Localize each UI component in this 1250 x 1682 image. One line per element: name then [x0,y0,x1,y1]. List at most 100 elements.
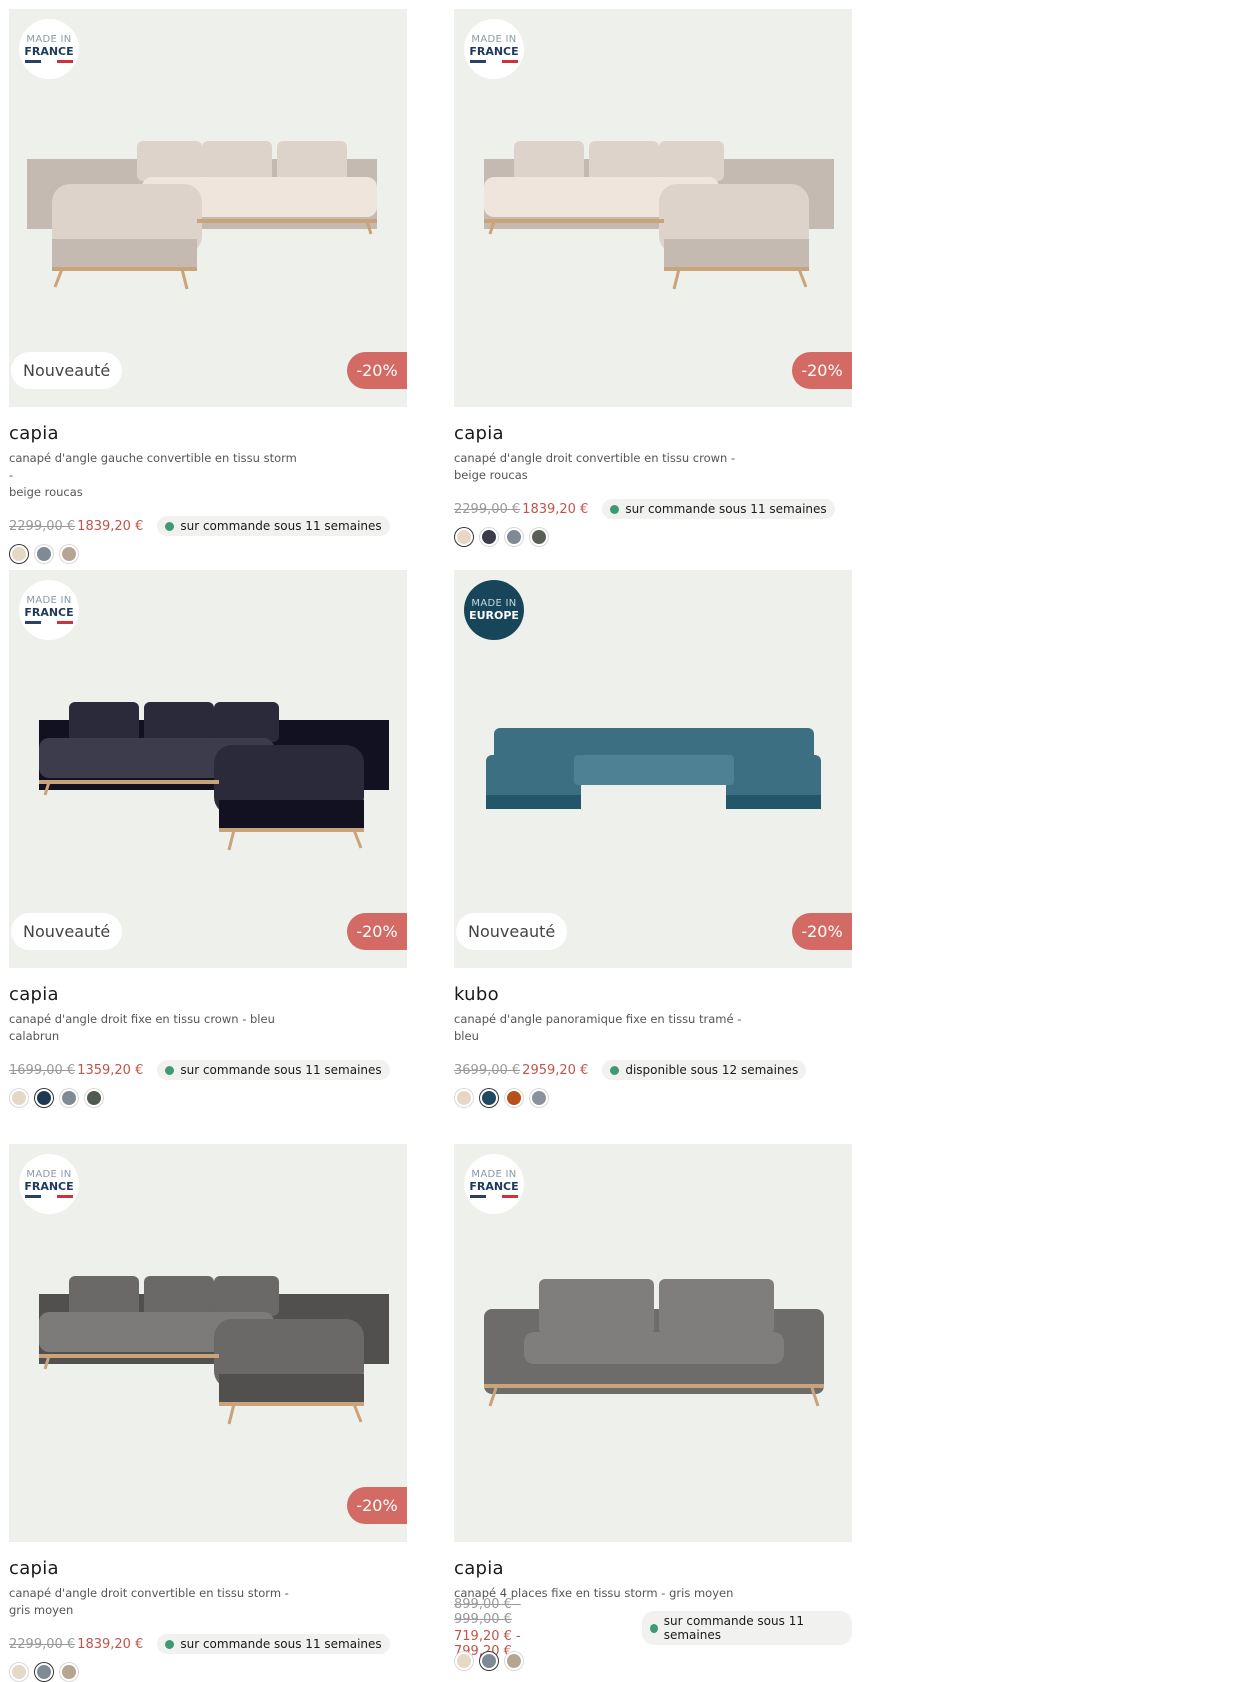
product-image[interactable]: MADE IN EUROPE Nouveauté -20% [454,570,852,968]
color-swatch[interactable] [35,1663,53,1681]
discount-badge: -20% [347,913,407,950]
color-swatch[interactable] [455,528,473,546]
old-price: 2299,00 € [9,1636,76,1652]
product-image[interactable]: MADE IN FRANCE [454,1144,852,1542]
product-description: canapé d'angle droit fixe en tissu crown… [9,1012,275,1043]
color-swatch[interactable] [10,1663,28,1681]
flag-icon [25,60,73,63]
sofa-leg [352,829,363,849]
color-swatch[interactable] [60,545,78,563]
color-swatch[interactable] [530,528,548,546]
sofa-base [726,795,821,809]
status-dot-icon [165,1639,175,1649]
product-image[interactable]: MADE IN FRANCE -20% [9,1144,407,1542]
color-swatch[interactable] [60,1663,78,1681]
color-swatches [454,1651,852,1671]
sofa-cushion [202,141,272,181]
color-swatch[interactable] [35,1089,53,1107]
made-in-badge: MADE IN EUROPE [464,580,524,640]
status-dot-icon [610,504,620,514]
color-swatch[interactable] [480,1652,498,1670]
sofa-leg [352,1403,363,1423]
availability-badge: sur commande sous 11 semaines [602,499,835,519]
product-description: canapé d'angle droit convertible en tiss… [454,451,736,482]
sofa-cushion [144,1276,214,1316]
product-title[interactable]: kubo [454,984,852,1005]
color-swatch[interactable] [505,1089,523,1107]
color-swatches [9,1662,407,1682]
product-description: canapé d'angle gauche convertible en tis… [9,451,297,499]
product-image[interactable]: MADE IN FRANCE Nouveauté -20% [9,570,407,968]
price-row: 2299,00 € 1839,20 € sur commande sous 11… [9,1631,407,1657]
color-swatch[interactable] [480,1089,498,1107]
color-swatch[interactable] [505,528,523,546]
sofa-wood-base [219,828,364,832]
color-swatch[interactable] [455,1089,473,1107]
discount-badge: -20% [347,1487,407,1524]
sofa-chaise-base [52,239,197,269]
color-swatch[interactable] [85,1089,103,1107]
sofa-wood-base [219,1402,364,1406]
color-swatch[interactable] [10,1089,28,1107]
old-price: 2299,00 € [9,518,76,534]
sofa-chaise-base [219,800,364,830]
product-card[interactable]: MADE IN FRANCE Nouveauté -20% capia cana… [9,9,407,564]
sofa-cushion [659,141,724,181]
sale-price: 1839,20 € [522,501,589,517]
product-card[interactable]: MADE IN EUROPE Nouveauté -20% kubo canap… [454,570,852,1108]
sofa-cushion [69,702,139,742]
product-card[interactable]: MADE IN FRANCE -20% capia canapé d'angle… [9,1144,407,1682]
product-card[interactable]: MADE IN FRANCE Nouveauté -20% capia cana… [9,570,407,1108]
new-badge: Nouveauté [11,352,123,389]
product-card[interactable]: MADE IN FRANCE capia canapé 4 places fix… [454,1144,852,1671]
sofa-group [484,141,834,290]
sale-price: 1839,20 € [77,518,144,534]
product-card[interactable]: MADE IN FRANCE -20% capia canapé d'angle… [454,9,852,547]
sofa-leg [53,268,64,288]
product-image[interactable]: MADE IN FRANCE -20% [454,9,852,407]
sofa-wood-base [484,1384,824,1388]
made-in-badge: MADE IN FRANCE [19,19,79,79]
color-swatch[interactable] [10,545,28,563]
product-title[interactable]: capia [9,1558,407,1579]
sofa-group [39,702,389,851]
product-image[interactable]: MADE IN FRANCE Nouveauté -20% [9,9,407,407]
color-swatches [454,1088,852,1108]
made-in-badge: MADE IN FRANCE [464,1154,524,1214]
sofa-cushion [659,1279,774,1334]
price-row: 3699,00 € 2959,20 € disponible sous 12 s… [454,1057,852,1083]
availability-badge: sur commande sous 11 semaines [157,516,390,536]
color-swatches [9,544,407,564]
old-price: 899,00 € - 999,00 € [454,1597,521,1627]
color-swatch[interactable] [455,1652,473,1670]
made-in-badge: MADE IN FRANCE [464,19,524,79]
product-title[interactable]: capia [9,423,407,444]
sofa-group [27,141,377,290]
sofa-leg [672,268,681,290]
product-title[interactable]: capia [454,1558,852,1579]
color-swatch[interactable] [35,545,53,563]
sofa-cushion [214,702,279,742]
color-swatch[interactable] [480,528,498,546]
sofa-wood-base [664,267,809,271]
status-dot-icon [649,1623,658,1633]
sofa-cushion [137,141,202,181]
product-title[interactable]: capia [454,423,852,444]
product-title[interactable]: capia [9,984,407,1005]
sofa-leg [180,268,189,290]
flag-icon [470,1195,518,1198]
color-swatch[interactable] [505,1652,523,1670]
color-swatch[interactable] [60,1089,78,1107]
availability-badge: sur commande sous 11 semaines [157,1634,390,1654]
sofa-cushion [69,1276,139,1316]
sofa-seat [574,755,734,785]
sofa-group [39,1276,389,1425]
sofa-leg [227,1403,236,1425]
sale-price: 1839,20 € [77,1636,144,1652]
sale-price: 2959,20 € [522,1062,589,1078]
color-swatch[interactable] [530,1089,548,1107]
color-swatches [9,1088,407,1108]
sofa-cushion [589,141,659,181]
availability-badge: disponible sous 12 semaines [602,1060,807,1080]
availability-badge: sur commande sous 11 semaines [157,1060,390,1080]
